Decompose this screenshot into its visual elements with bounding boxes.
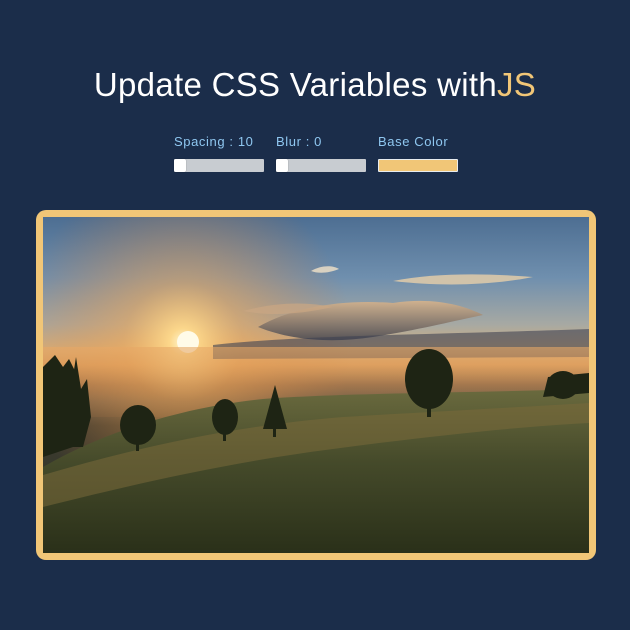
controls-panel: Spacing : 10 Blur : 0 Base Color [174,134,464,174]
blur-slider[interactable] [276,159,366,172]
spacing-slider-thumb[interactable] [174,159,186,172]
image-frame [36,210,596,560]
page-title: Update CSS Variables withJS [0,62,630,108]
base-color-control: Base Color [378,134,458,172]
blur-control: Blur : 0 [276,134,366,172]
spacing-label: Spacing : 10 [174,134,254,149]
title-text: Update CSS Variables with [93,66,497,103]
sunrise-landscape-image [43,217,589,553]
base-color-picker[interactable] [378,159,458,172]
base-color-label: Base Color [378,134,449,149]
blur-slider-thumb[interactable] [276,159,288,172]
title-highlight-js: JS [496,66,537,103]
landscape-photo [43,217,589,553]
spacing-control: Spacing : 10 [174,134,264,172]
blur-label: Blur : 0 [276,134,322,149]
spacing-slider[interactable] [174,159,264,172]
